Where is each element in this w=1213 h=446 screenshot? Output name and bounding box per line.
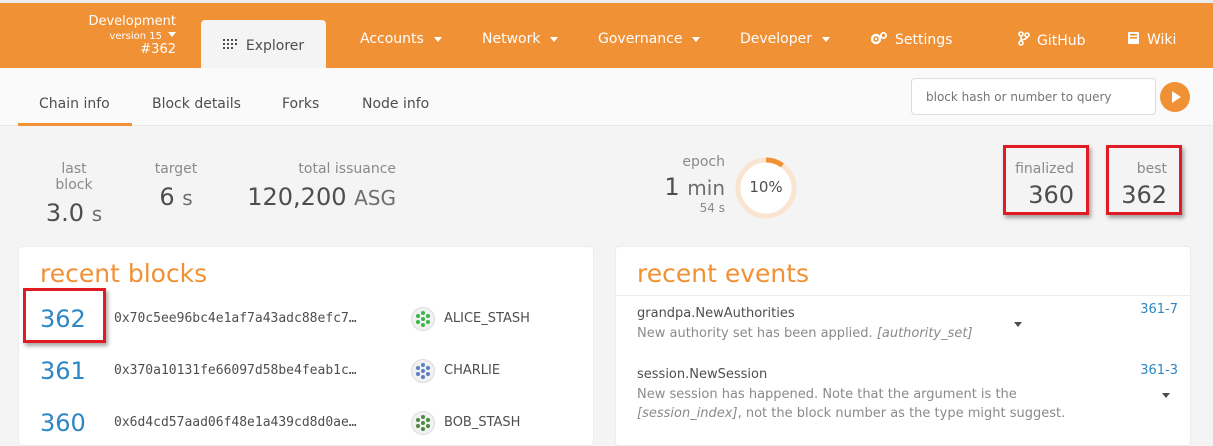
event-name: grandpa.NewAuthorities — [637, 306, 795, 321]
nav-settings-label: Settings — [895, 32, 953, 48]
nav-wiki-label: Wiki — [1147, 32, 1177, 48]
top-nav-bar: Development version 15 #362 Explorer Acc… — [0, 0, 1213, 71]
gears-icon — [870, 31, 888, 49]
event-id-link[interactable]: 361-3 — [1140, 363, 1178, 378]
block-362-highlight-box — [23, 288, 106, 343]
stat-total-issuance: total issuance 120,200 ASG — [240, 161, 396, 211]
epoch-progress-ring: 10% — [734, 156, 798, 220]
tab-node-info[interactable]: Node info — [362, 96, 429, 112]
tab-forks[interactable]: Forks — [282, 96, 319, 112]
nav-network[interactable]: Network — [482, 31, 559, 47]
block-author[interactable]: BOB_STASH — [444, 415, 520, 430]
event-arg: [session_index] — [637, 406, 738, 421]
stat-target-value: 6 — [159, 183, 175, 211]
stat-epoch: epoch 1 min 54 s — [650, 154, 725, 215]
stat-total-issuance-unit: ASG — [354, 186, 396, 210]
nav-github-label: GitHub — [1037, 32, 1086, 49]
block-author[interactable]: CHARLIE — [444, 363, 500, 378]
author-identicon — [411, 307, 435, 331]
nav-explorer[interactable]: Explorer — [201, 20, 326, 71]
nav-wiki[interactable]: Wiki — [1127, 31, 1176, 49]
tab-block-details[interactable]: Block details — [152, 96, 241, 112]
chain-name: Development — [88, 14, 176, 29]
event-name: session.NewSession — [637, 367, 768, 382]
recent-events-card: recent events grandpa.NewAuthorities New… — [615, 246, 1191, 446]
block-author[interactable]: ALICE_STASH — [444, 311, 530, 326]
event-description: New authority set has been applied. [aut… — [637, 324, 1107, 343]
epoch-progress-label: 10% — [749, 178, 783, 196]
chevron-down-icon[interactable] — [1014, 322, 1022, 327]
stat-total-issuance-value: 120,200 — [247, 183, 347, 211]
book-icon — [1127, 31, 1140, 49]
event-description-text: New authority set has been applied. — [637, 326, 873, 341]
chain-version: version 15 — [109, 31, 162, 42]
tab-chain-info[interactable]: Chain info — [39, 96, 110, 112]
author-identicon — [411, 411, 435, 435]
active-tab-indicator — [18, 123, 132, 126]
block-hash: 0x6d4cd57aad06f48e1a439cd8d0ae… — [114, 415, 357, 430]
chevron-down-icon[interactable] — [1162, 393, 1170, 398]
block-number-link[interactable]: 361 — [40, 357, 86, 385]
best-highlight-box — [1106, 145, 1182, 215]
chain-selector[interactable]: Development version 15 #362 — [56, 15, 176, 57]
stat-epoch-remaining: 54 s — [699, 201, 725, 215]
nav-network-label: Network — [482, 31, 541, 47]
event-arg: [authority_set] — [876, 326, 973, 341]
stat-epoch-unit: min — [687, 176, 725, 200]
stat-total-issuance-label: total issuance — [298, 161, 396, 177]
block-search-input[interactable] — [911, 78, 1156, 115]
nav-governance[interactable]: Governance — [598, 31, 701, 47]
stat-epoch-value: 1 — [664, 173, 680, 201]
nav-github[interactable]: GitHub — [1018, 31, 1086, 50]
chevron-down-icon — [168, 32, 176, 37]
code-branch-icon — [1018, 31, 1030, 50]
stat-target: target 6 s — [154, 161, 198, 211]
nav-accounts[interactable]: Accounts — [360, 31, 442, 47]
explorer-icon — [222, 38, 239, 54]
sub-tabs-bar: Chain info Block details Forks Node info — [0, 68, 1213, 126]
event-description-text: New session has happened. Note that the … — [637, 387, 1017, 402]
chain-block-number: #362 — [140, 42, 176, 57]
divider — [616, 295, 1190, 296]
chevron-down-icon — [433, 36, 442, 42]
stat-target-unit: s — [182, 186, 193, 210]
finalized-highlight-box — [1003, 145, 1089, 215]
chevron-down-icon — [550, 36, 559, 42]
nav-accounts-label: Accounts — [360, 31, 424, 47]
block-hash: 0x370a10131fe66097d58be4feab1c… — [114, 363, 357, 378]
nav-developer-label: Developer — [740, 31, 813, 47]
event-id-link[interactable]: 361-7 — [1140, 302, 1178, 317]
stat-last-block-label: last block — [55, 161, 93, 193]
block-hash: 0x70c5ee96bc4e1af7a43adc88efc7… — [114, 311, 357, 326]
stat-last-block: last block 3.0 s — [43, 161, 105, 227]
nav-governance-label: Governance — [598, 31, 683, 47]
nav-settings[interactable]: Settings — [870, 31, 952, 49]
event-description: New session has happened. Note that the … — [637, 385, 1107, 423]
search-go-button[interactable] — [1160, 82, 1190, 112]
event-description-text: , not the block number as the type might… — [737, 406, 1066, 421]
stat-epoch-label: epoch — [682, 154, 725, 170]
block-number-link[interactable]: 360 — [40, 409, 86, 437]
nav-developer[interactable]: Developer — [740, 31, 831, 47]
recent-blocks-card: recent blocks 362 0x70c5ee96bc4e1af7a43a… — [18, 246, 594, 446]
author-identicon — [411, 359, 435, 383]
recent-blocks-title: recent blocks — [40, 259, 208, 288]
stat-target-label: target — [154, 161, 198, 177]
chevron-down-icon — [822, 36, 831, 42]
stat-last-block-value: 3.0 — [45, 199, 85, 227]
recent-events-title: recent events — [637, 259, 810, 288]
stat-last-block-unit: s — [91, 202, 103, 226]
nav-explorer-label: Explorer — [245, 37, 305, 54]
chevron-down-icon — [692, 36, 701, 42]
